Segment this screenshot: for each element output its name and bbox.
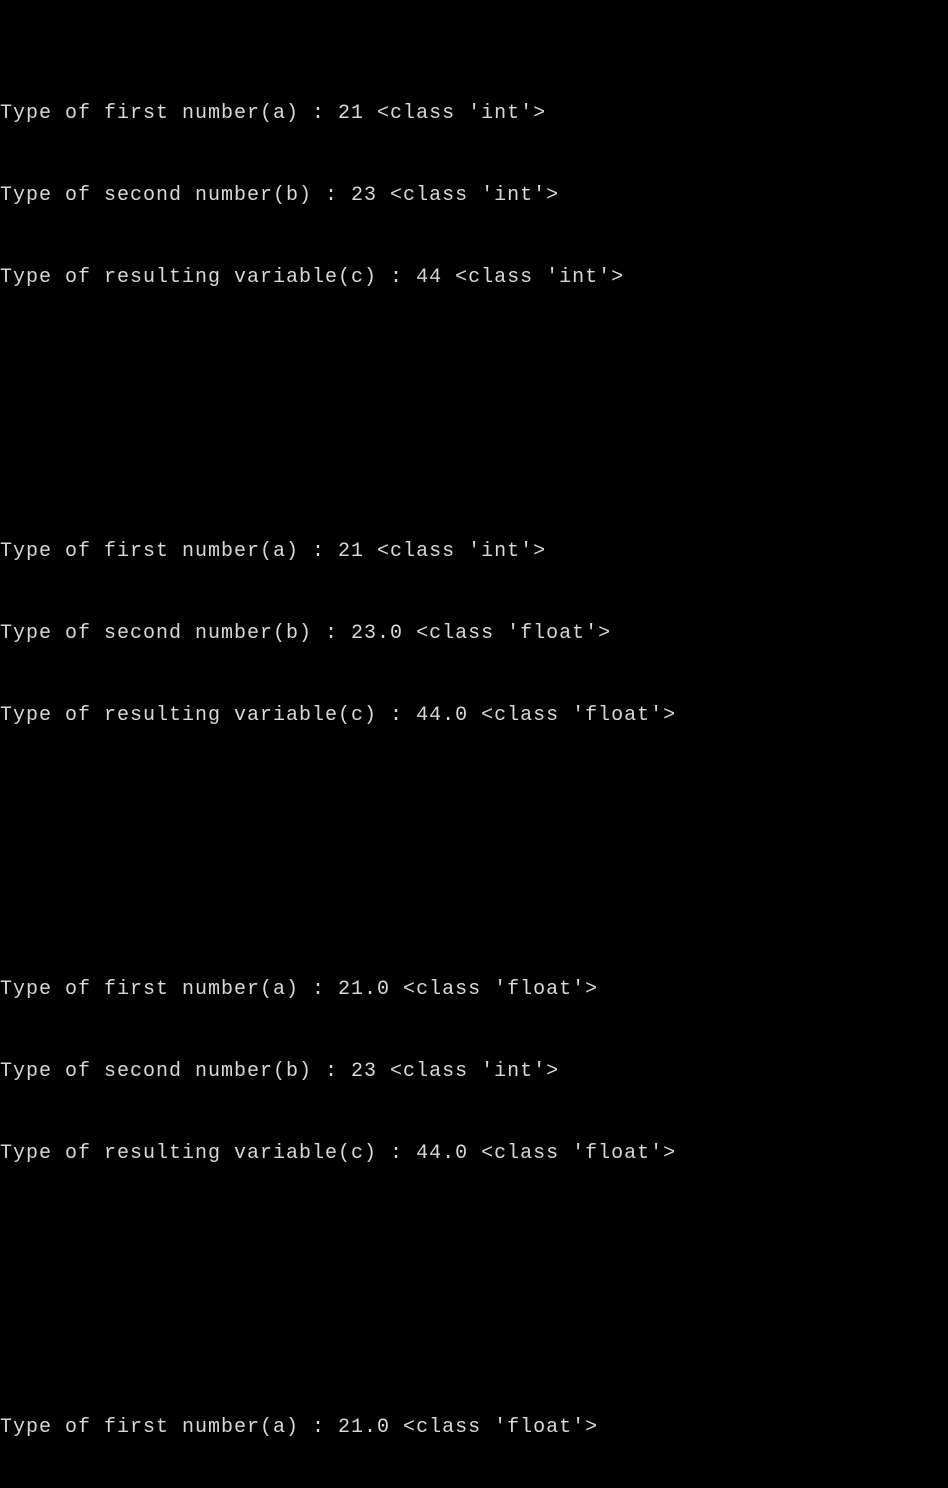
output-line: Type of second number(b) : 23 <class 'in… (0, 178, 948, 214)
terminal-output: Type of first number(a) : 21 <class 'int… (0, 4, 948, 1488)
output-block: Type of first number(a) : 21 <class 'int… (0, 488, 948, 780)
output-line: Type of second number(b) : 23 <class 'in… (0, 1054, 948, 1090)
output-line: Type of resulting variable(c) : 44.0 <cl… (0, 698, 948, 734)
output-block: Type of first number(a) : 21.0 <class 'f… (0, 926, 948, 1218)
output-line: Type of first number(a) : 21.0 <class 'f… (0, 972, 948, 1008)
output-line: Type of first number(a) : 21.0 <class 'f… (0, 1410, 948, 1446)
output-block: Type of first number(a) : 21 <class 'int… (0, 50, 948, 342)
output-line: Type of first number(a) : 21 <class 'int… (0, 96, 948, 132)
output-line: Type of second number(b) : 23.0 <class '… (0, 616, 948, 652)
output-block: Type of first number(a) : 21.0 <class 'f… (0, 1364, 948, 1488)
output-line: Type of resulting variable(c) : 44.0 <cl… (0, 1136, 948, 1172)
output-line: Type of first number(a) : 21 <class 'int… (0, 534, 948, 570)
output-line: Type of resulting variable(c) : 44 <clas… (0, 260, 948, 296)
